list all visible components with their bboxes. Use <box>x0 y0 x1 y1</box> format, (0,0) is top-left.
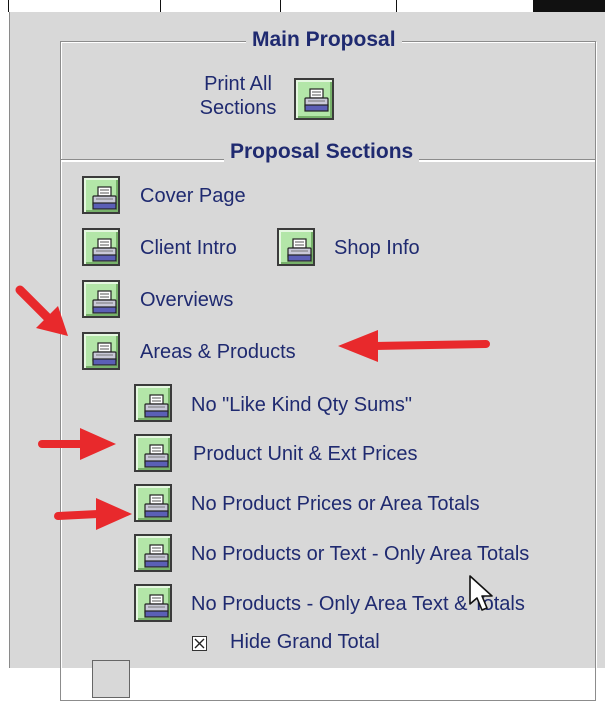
hide-grand-total-label: Hide Grand Total <box>230 631 380 653</box>
overviews-print-button[interactable] <box>82 280 120 318</box>
partial-print-button[interactable] <box>92 660 130 698</box>
client-intro-print-button[interactable] <box>82 228 120 266</box>
main-proposal-title: Main Proposal <box>246 28 402 52</box>
no-product-prices-or-area-totals-label: No Product Prices or Area Totals <box>191 493 480 515</box>
client-intro-label: Client Intro <box>140 237 237 259</box>
cover-page-label: Cover Page <box>140 185 246 207</box>
print-all-label-line1: Print All <box>204 73 272 95</box>
window-top-edge <box>0 0 605 12</box>
no-products-only-area-text-totals-print-button[interactable] <box>134 584 172 622</box>
areas-products-print-button[interactable] <box>82 332 120 370</box>
areas-products-label: Areas & Products <box>140 341 296 363</box>
top-dark-bar <box>533 0 605 12</box>
red-arrow-annotation-icon <box>38 428 116 460</box>
no-like-kind-qty-sums-print-button[interactable] <box>134 384 172 422</box>
no-like-kind-qty-sums-label: No "Like Kind Qty Sums" <box>191 394 412 416</box>
no-products-or-text-only-area-totals-label: No Products or Text - Only Area Totals <box>191 543 530 565</box>
product-unit-ext-prices-label: Product Unit & Ext Prices <box>193 443 418 465</box>
checkbox-x-icon <box>194 638 205 649</box>
red-arrow-annotation-icon <box>54 498 132 530</box>
overviews-label: Overviews <box>140 289 234 311</box>
red-arrow-annotation-icon <box>15 285 68 336</box>
mouse-pointer-cursor-icon <box>469 575 493 611</box>
proposal-sections-title: Proposal Sections <box>224 140 420 164</box>
shop-info-print-button[interactable] <box>277 228 315 266</box>
top-divider <box>280 0 281 12</box>
top-divider <box>8 0 9 12</box>
cover-page-print-button[interactable] <box>82 176 120 214</box>
product-unit-ext-prices-print-button[interactable] <box>134 434 172 472</box>
top-divider <box>396 0 397 12</box>
hide-grand-total-checkbox[interactable] <box>192 636 207 651</box>
print-all-label-line2: Sections <box>199 97 277 119</box>
print-options-panel: Main Proposal Print All Sections Proposa… <box>9 12 605 701</box>
red-arrow-annotation-icon <box>338 330 490 362</box>
no-products-or-text-only-area-totals-print-button[interactable] <box>134 534 172 572</box>
top-divider <box>160 0 161 12</box>
print-all-sections-button[interactable] <box>294 78 334 120</box>
no-product-prices-or-area-totals-print-button[interactable] <box>134 484 172 522</box>
shop-info-label: Shop Info <box>334 237 420 259</box>
